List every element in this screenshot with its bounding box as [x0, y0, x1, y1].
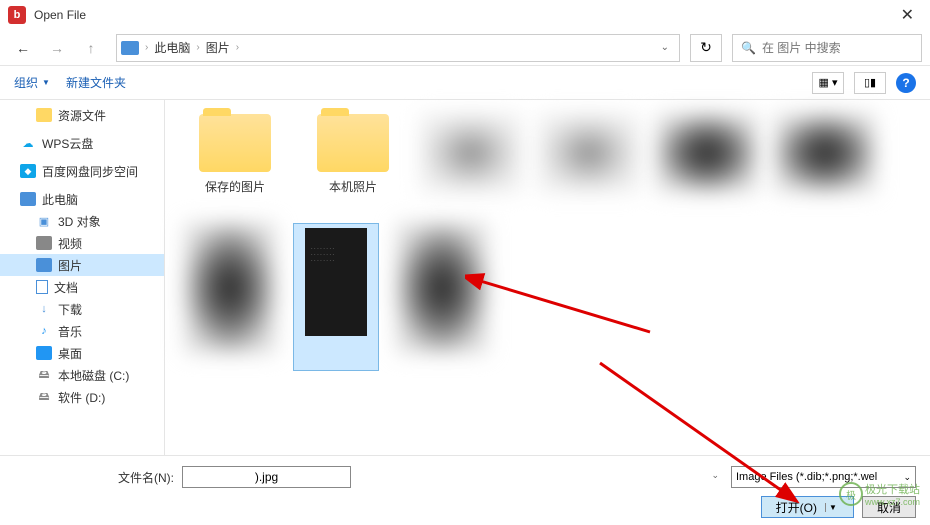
download-icon: ↓ — [36, 302, 52, 316]
forward-button[interactable]: → — [42, 36, 72, 60]
chevron-right-icon: › — [196, 42, 199, 53]
refresh-button[interactable]: ↻ — [690, 34, 722, 62]
help-button[interactable]: ? — [896, 73, 916, 93]
folder-item[interactable]: 本机照片 — [303, 114, 403, 195]
sidebar: 资源文件 ☁WPS云盘 ◆百度网盘同步空间 此电脑 ▣3D 对象 视频 图片 文… — [0, 100, 165, 455]
music-icon: ♪ — [36, 324, 52, 338]
path-segment[interactable]: 图片 — [202, 37, 234, 58]
toolbar: 组织 ▼ 新建文件夹 ▦ ▾ ▯▮ ? — [0, 66, 930, 100]
view-mode-button[interactable]: ▦ ▾ — [812, 72, 844, 94]
filename-label: 文件名(N): — [14, 469, 174, 486]
sidebar-item-drive-c[interactable]: 🖴本地磁盘 (C:) — [0, 364, 164, 386]
watermark: 极 极光下载站 www.xz7.com — [839, 481, 920, 507]
app-icon: b — [8, 6, 26, 24]
chevron-down-icon: ▼ — [42, 78, 50, 87]
search-bar[interactable]: 🔍 — [732, 34, 922, 62]
chevron-right-icon: › — [236, 42, 239, 53]
new-folder-button[interactable]: 新建文件夹 — [66, 74, 126, 91]
sidebar-item-resources[interactable]: 资源文件 — [0, 104, 164, 126]
watermark-icon: 极 — [839, 482, 863, 506]
organize-menu[interactable]: 组织 ▼ — [14, 74, 50, 91]
sidebar-item-baidu[interactable]: ◆百度网盘同步空间 — [0, 160, 164, 182]
sidebar-item-videos[interactable]: 视频 — [0, 232, 164, 254]
search-icon: 🔍 — [741, 41, 756, 55]
sidebar-item-wps[interactable]: ☁WPS云盘 — [0, 132, 164, 154]
path-dropdown-icon[interactable]: ⌄ — [655, 42, 675, 53]
sidebar-item-downloads[interactable]: ↓下载 — [0, 298, 164, 320]
video-icon — [36, 236, 52, 250]
file-item-selected[interactable]: · · · · · · · ·· · · · · · · ·· · · · · … — [293, 223, 379, 371]
back-button[interactable]: ← — [8, 36, 38, 60]
sidebar-item-desktop[interactable]: 桌面 — [0, 342, 164, 364]
chevron-down-icon[interactable]: ⌄ — [711, 470, 719, 481]
folder-item[interactable]: 保存的图片 — [185, 114, 285, 195]
file-item-blurred[interactable] — [539, 114, 639, 192]
file-label: 本机照片 — [329, 178, 377, 195]
file-list[interactable]: 保存的图片 本机照片 · · · · · · · ·· · · · · · · … — [165, 100, 930, 455]
drive-icon: 🖴 — [36, 368, 52, 382]
desktop-icon — [36, 346, 52, 360]
address-bar[interactable]: › 此电脑 › 图片 › ⌄ — [116, 34, 680, 62]
sidebar-item-thispc[interactable]: 此电脑 — [0, 188, 164, 210]
new-folder-label: 新建文件夹 — [66, 74, 126, 91]
sidebar-item-3d[interactable]: ▣3D 对象 — [0, 210, 164, 232]
folder-icon — [199, 114, 271, 172]
baidu-icon: ◆ — [20, 164, 36, 178]
picture-icon — [36, 258, 52, 272]
pc-icon — [121, 41, 139, 55]
file-item-blurred[interactable] — [657, 114, 757, 192]
sidebar-item-drive-d[interactable]: 🖴软件 (D:) — [0, 386, 164, 408]
sidebar-item-music[interactable]: ♪音乐 — [0, 320, 164, 342]
organize-label: 组织 — [14, 74, 38, 91]
bottom-bar: 文件名(N): ⌄ Image Files (*.dib;*.png;*.wel… — [0, 455, 930, 525]
sidebar-item-pictures[interactable]: 图片 — [0, 254, 164, 276]
up-button[interactable]: ↑ — [76, 36, 106, 60]
3d-icon: ▣ — [36, 214, 52, 228]
thumbnail: · · · · · · · ·· · · · · · · ·· · · · · … — [305, 228, 367, 336]
document-icon — [36, 280, 48, 294]
open-label: 打开(O) — [776, 499, 817, 516]
file-item-blurred[interactable] — [775, 114, 875, 192]
window-title: Open File — [34, 8, 86, 22]
file-label: 保存的图片 — [205, 178, 265, 195]
watermark-text: 极光下载站 — [865, 481, 920, 497]
preview-pane-button[interactable]: ▯▮ — [854, 72, 886, 94]
file-item-blurred[interactable] — [185, 223, 275, 353]
drive-icon: 🖴 — [36, 390, 52, 404]
file-item-blurred[interactable] — [397, 223, 487, 353]
search-input[interactable] — [762, 41, 917, 55]
file-label-blurred — [300, 340, 372, 362]
folder-icon — [317, 114, 389, 172]
watermark-url: www.xz7.com — [865, 497, 920, 507]
chevron-right-icon: › — [145, 42, 148, 53]
cloud-icon: ☁ — [20, 136, 36, 150]
folder-icon — [36, 108, 52, 122]
open-dropdown-icon[interactable]: ▼ — [825, 503, 839, 512]
close-button[interactable]: ✕ — [893, 3, 922, 27]
title-bar: b Open File ✕ — [0, 0, 930, 30]
main-area: 资源文件 ☁WPS云盘 ◆百度网盘同步空间 此电脑 ▣3D 对象 视频 图片 文… — [0, 100, 930, 455]
filename-input[interactable] — [182, 466, 351, 488]
navigation-bar: ← → ↑ › 此电脑 › 图片 › ⌄ ↻ 🔍 — [0, 30, 930, 66]
path-segment[interactable]: 此电脑 — [150, 37, 194, 58]
pc-icon — [20, 192, 36, 206]
sidebar-item-documents[interactable]: 文档 — [0, 276, 164, 298]
file-item-blurred[interactable] — [421, 114, 521, 192]
